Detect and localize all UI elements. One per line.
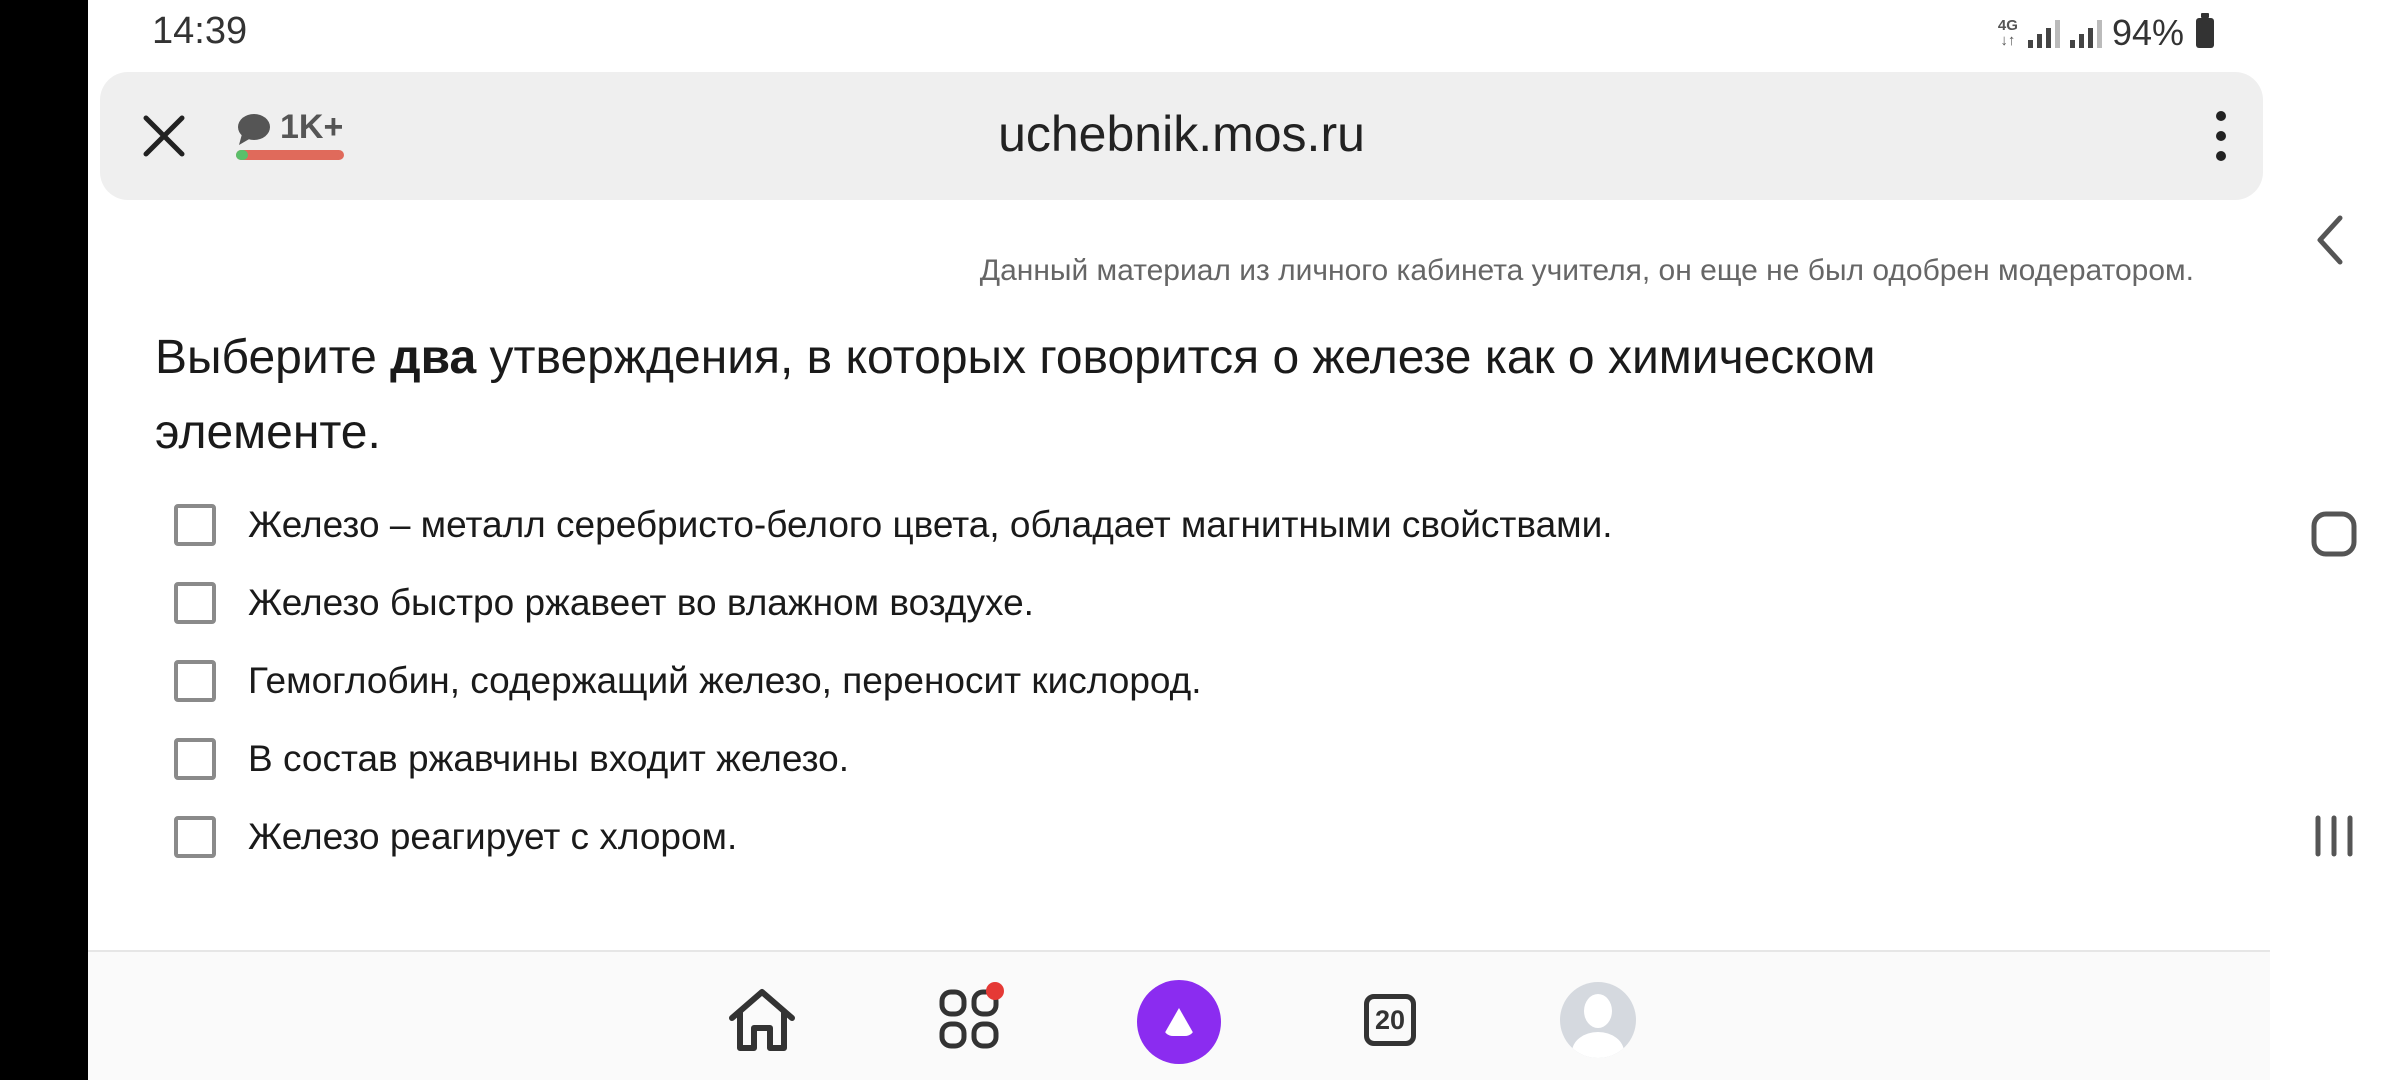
answer-label: Железо реагирует с хлором.	[248, 816, 738, 857]
browser-screen: 14:39 4G ↓↑ 94% 1K+ uchebnik.mos.ru Данн…	[88, 0, 2400, 1080]
alice-icon	[1163, 1008, 1195, 1036]
network-type-icon: 4G ↓↑	[1998, 18, 2018, 48]
answer-checkbox[interactable]	[174, 660, 216, 702]
moderation-notice: Данный материал из личного кабинета учит…	[979, 254, 2194, 287]
system-navigation-bar	[2270, 200, 2400, 1080]
answer-option[interactable]: Железо быстро ржавеет во влажном воздухе…	[174, 582, 1034, 624]
status-time: 14:39	[152, 10, 248, 52]
question-emphasis: два	[390, 331, 477, 384]
answer-label: В состав ржавчины входит железо.	[248, 738, 849, 779]
answer-label: Железо быстро ржавеет во влажном воздухе…	[248, 582, 1034, 623]
menu-dot	[2216, 131, 2226, 141]
back-chevron-icon	[2317, 215, 2343, 265]
menu-dot	[2216, 151, 2226, 161]
answer-label: Гемоглобин, содержащий железо, переносит…	[248, 660, 1202, 701]
battery-icon	[2196, 13, 2214, 48]
answer-label: Железо – металл серебристо-белого цвета,…	[248, 504, 1613, 545]
url-text[interactable]: uchebnik.mos.ru	[100, 105, 2263, 163]
status-indicators: 4G ↓↑ 94%	[1998, 12, 2214, 54]
menu-dot	[2216, 111, 2226, 121]
battery-percent: 94%	[2111, 12, 2184, 53]
network-type-label: 4G	[1997, 17, 2018, 34]
answer-option[interactable]: Железо реагирует с хлором.	[174, 816, 737, 858]
answer-option[interactable]: В состав ржавчины входит железо.	[174, 738, 849, 780]
recents-button[interactable]	[2310, 812, 2358, 865]
answer-checkbox[interactable]	[174, 738, 216, 780]
signal-icon-secondary	[2069, 18, 2102, 48]
question-text: Выберите два утверждения, в которых гово…	[155, 320, 2105, 470]
data-arrows-icon: ↓↑	[2000, 32, 2016, 49]
home-square-icon	[2311, 511, 2357, 557]
notification-dot	[986, 982, 1004, 1000]
page-content: Данный материал из личного кабинета учит…	[88, 210, 2274, 952]
more-menu-button[interactable]	[2199, 96, 2243, 176]
home-icon	[729, 989, 795, 1051]
answer-checkbox[interactable]	[174, 504, 216, 546]
services-button[interactable]	[930, 980, 1010, 1060]
answer-option[interactable]: Железо – металл серебристо-белого цвета,…	[174, 504, 1613, 546]
signal-icon	[2027, 18, 2060, 48]
status-bar: 14:39 4G ↓↑ 94%	[88, 0, 2400, 66]
bottom-navigation: 20	[88, 950, 2270, 1080]
question-prefix: Выберите	[155, 331, 391, 384]
home-system-button[interactable]	[2310, 510, 2358, 563]
recents-icon	[2315, 815, 2353, 857]
answer-option[interactable]: Гемоглобин, содержащий железо, переносит…	[174, 660, 1202, 702]
alice-assistant-button[interactable]	[1137, 980, 1221, 1064]
url-bar: 1K+ uchebnik.mos.ru	[100, 72, 2263, 200]
answer-checkbox[interactable]	[174, 816, 216, 858]
profile-avatar	[1560, 982, 1636, 1058]
tabs-count-icon: 20	[1364, 994, 1416, 1046]
home-button[interactable]	[722, 980, 802, 1060]
tabs-button[interactable]: 20	[1350, 980, 1430, 1060]
back-button[interactable]	[2310, 210, 2350, 275]
answer-checkbox[interactable]	[174, 582, 216, 624]
profile-button[interactable]	[1558, 980, 1638, 1060]
